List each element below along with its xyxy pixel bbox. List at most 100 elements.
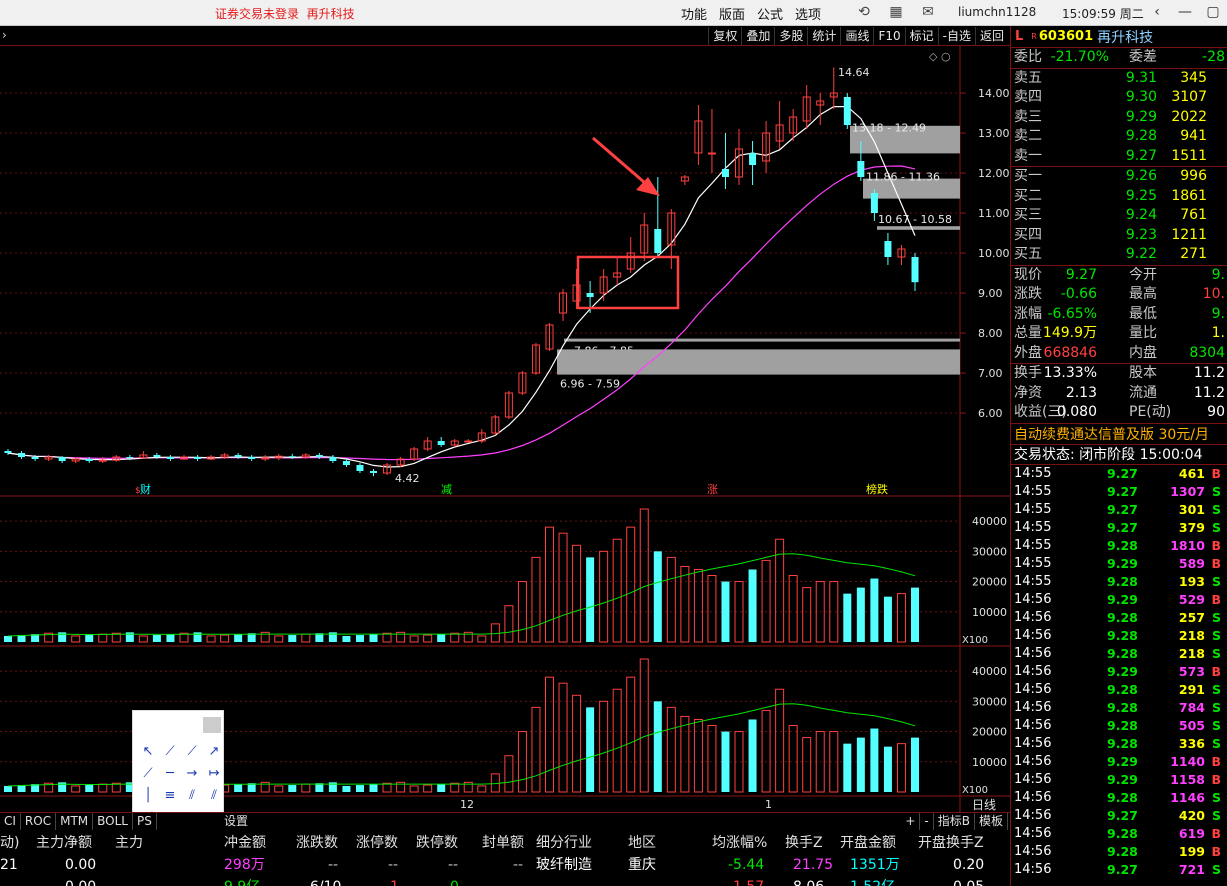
tab-plus[interactable]: + <box>901 813 921 830</box>
tick-row[interactable]: 14:56 9.28 218 S <box>1011 645 1227 663</box>
bid-row[interactable]: 买三 9.24 761 <box>1011 206 1227 226</box>
tab-template[interactable]: 模板 <box>975 813 1008 830</box>
tab-indicator-b[interactable]: 指标B <box>934 813 975 830</box>
tick-row[interactable]: 14:56 9.28 291 S <box>1011 681 1227 699</box>
ask-row[interactable]: 卖三 9.29 2022 <box>1011 108 1227 128</box>
tool-f10[interactable]: F10 <box>873 27 904 45</box>
ask-row[interactable]: 卖二 9.28 941 <box>1011 127 1227 147</box>
tick-row[interactable]: 14:56 9.29 529 B <box>1011 591 1227 609</box>
col-header[interactable]: 均涨幅% <box>712 832 767 854</box>
mail-icon[interactable]: ✉ <box>919 3 937 21</box>
bid-row[interactable]: 买五 9.22 271 <box>1011 245 1227 265</box>
stat-row[interactable]: 涨幅 -6.65% 最低 9. <box>1011 305 1227 325</box>
bid-row[interactable]: 买一 9.26 996 <box>1011 167 1227 187</box>
horizontal-line-icon[interactable]: ─ <box>159 763 181 785</box>
table-row[interactable]: 0.00 9.9亿 6/10 1 0 1.57 8.06 1.52亿 0.05 <box>0 876 1010 886</box>
vertical-line-icon[interactable]: │ <box>137 785 159 807</box>
menu-formula[interactable]: 公式 <box>751 4 789 23</box>
col-header[interactable]: 主力净额 <box>36 832 92 854</box>
col-header[interactable]: 细分行业 <box>536 832 592 854</box>
minimize-icon[interactable]: — <box>1176 2 1194 22</box>
event-mark-rise[interactable]: 涨 <box>707 483 718 496</box>
tick-row[interactable]: 14:56 9.29 1140 B <box>1011 753 1227 771</box>
tick-row[interactable]: 14:56 9.27 420 S <box>1011 807 1227 825</box>
col-header[interactable]: 动) <box>0 832 19 854</box>
channel-icon[interactable]: ⫽ <box>203 785 225 807</box>
kline-chart[interactable]: 14.00 13.00 12.00 11.00 10.00 9.00 8.00 7.00 6.0… <box>0 46 1010 812</box>
tool-statistics[interactable]: 统计 <box>807 27 840 45</box>
col-header[interactable]: 开盘换手Z <box>918 832 984 854</box>
period-label[interactable]: 日线 <box>972 798 996 812</box>
col-header[interactable]: 开盘金额 <box>840 832 896 854</box>
refresh-icon[interactable]: ⟲ <box>855 3 873 21</box>
tick-row[interactable]: 14:56 9.27 721 S <box>1011 861 1227 879</box>
stat-row[interactable]: 换手 13.33% 股本 11.2 <box>1011 364 1227 384</box>
diamond-icon[interactable]: ◇ ○ <box>929 50 951 63</box>
stat-row[interactable]: 总量 149.9万 量比 1. <box>1011 324 1227 344</box>
tick-row[interactable]: 14:55 9.28 1810 B <box>1011 537 1227 555</box>
tick-row[interactable]: 14:56 9.28 1146 S <box>1011 789 1227 807</box>
promo-banner[interactable]: 自动续费通达信普及版 30元/月 <box>1011 422 1227 445</box>
menu-function[interactable]: 功能 <box>675 4 713 23</box>
ask-row[interactable]: 卖四 9.30 3107 <box>1011 88 1227 108</box>
tool-overlay[interactable]: 叠加 <box>741 27 774 45</box>
menu-options[interactable]: 选项 <box>789 4 827 23</box>
ask-row[interactable]: 卖一 9.27 1511 <box>1011 147 1227 167</box>
tick-row[interactable]: 14:55 9.28 193 S <box>1011 573 1227 591</box>
col-header[interactable]: 主力 <box>115 832 143 854</box>
tick-row[interactable]: 14:55 9.27 301 S <box>1011 501 1227 519</box>
tick-row[interactable]: 14:55 9.29 589 B <box>1011 555 1227 573</box>
maximize-icon[interactable]: ▢ <box>1204 2 1222 22</box>
col-header[interactable]: 换手Z <box>785 832 823 854</box>
event-mark-finance[interactable]: 财 <box>140 482 151 496</box>
menu-layout[interactable]: 版面 <box>713 4 751 23</box>
bid-row[interactable]: 买四 9.23 1211 <box>1011 226 1227 246</box>
tick-row[interactable]: 14:56 9.28 505 S <box>1011 717 1227 735</box>
settings-button[interactable]: 设置 <box>224 813 248 830</box>
bid-row[interactable]: 买二 9.25 1861 <box>1011 187 1227 207</box>
col-header[interactable]: 涨停数 <box>356 832 398 854</box>
stat-row[interactable]: 涨跌 -0.66 最高 10. <box>1011 285 1227 305</box>
col-header[interactable]: 封单额 <box>482 832 524 854</box>
horizontal-ray-icon[interactable]: → <box>181 763 203 785</box>
tick-row[interactable]: 14:56 9.29 1158 B <box>1011 771 1227 789</box>
tool-draw-line[interactable]: 画线 <box>840 27 873 45</box>
tool-remove-watchlist[interactable]: -自选 <box>937 27 975 45</box>
cursor-icon[interactable]: ↖ <box>137 741 159 763</box>
expand-icon[interactable]: › <box>2 28 7 42</box>
event-mark-reduce[interactable]: 减 <box>441 483 452 496</box>
horizontal-segment-icon[interactable]: ↦ <box>203 763 225 785</box>
login-alert[interactable]: 证券交易未登录 再升科技 <box>215 5 355 22</box>
tick-row[interactable]: 14:56 9.28 257 S <box>1011 609 1227 627</box>
tab-ps[interactable]: PS <box>133 813 157 830</box>
tab-roc[interactable]: ROC <box>21 813 57 830</box>
tab-minus[interactable]: - <box>920 813 934 830</box>
line-segment-icon[interactable]: ⟋ <box>159 741 181 763</box>
tick-row[interactable]: 14:56 9.28 336 S <box>1011 735 1227 753</box>
tool-multi-stock[interactable]: 多股 <box>774 27 807 45</box>
tick-row[interactable]: 14:56 9.28 218 S <box>1011 627 1227 645</box>
col-header[interactable]: 跌停数 <box>416 832 458 854</box>
tool-back[interactable]: 返回 <box>974 27 1008 45</box>
table-row[interactable]: 21 0.00 298万 -- -- -- -- 玻纤制造 重庆 -5.44 2… <box>0 854 1010 876</box>
tick-row[interactable]: 14:56 9.29 573 B <box>1011 663 1227 681</box>
stat-row[interactable]: 收益(三) 0.080 PE(动) 90 <box>1011 403 1227 423</box>
stat-row[interactable]: 净资 2.13 流通 11.2 <box>1011 384 1227 404</box>
ask-row[interactable]: 卖五 9.31 345 <box>1011 69 1227 89</box>
straight-line-icon[interactable]: ⟋ <box>137 763 159 785</box>
ray-icon[interactable]: ⟋ <box>181 741 203 763</box>
palette-close-icon[interactable] <box>203 717 221 733</box>
tool-mark[interactable]: 标记 <box>904 27 938 45</box>
tab-boll[interactable]: BOLL <box>93 813 133 830</box>
stat-row[interactable]: 外盘 668846 内盘 8304 <box>1011 344 1227 364</box>
tick-row[interactable]: 14:56 9.28 199 B <box>1011 843 1227 861</box>
back-icon[interactable]: ‹ <box>1148 2 1166 22</box>
arrow-line-icon[interactable]: ↗ <box>203 741 225 763</box>
tick-row[interactable]: 14:55 9.27 1307 S <box>1011 483 1227 501</box>
tick-row[interactable]: 14:55 9.27 461 B <box>1011 465 1227 483</box>
event-mark-list[interactable]: 榜跌 <box>866 482 888 496</box>
fib-icon[interactable]: ≡ <box>159 785 181 807</box>
tick-row[interactable]: 14:56 9.28 619 B <box>1011 825 1227 843</box>
tab-mtm[interactable]: MTM <box>56 813 94 830</box>
parallel-icon[interactable]: ⫽ <box>181 785 203 807</box>
